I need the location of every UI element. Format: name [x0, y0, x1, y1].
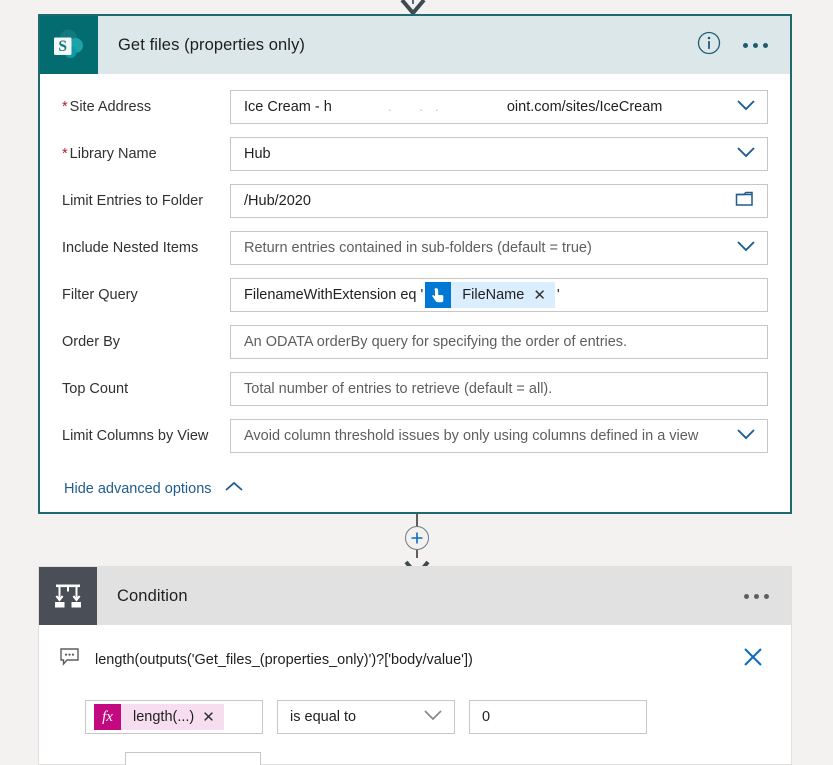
get-files-card-header: S Get files (properties only) — [40, 16, 790, 74]
condition-left-operand-input[interactable]: fx length(...) ✕ — [85, 700, 263, 734]
field-label-order-by: Order By — [62, 333, 121, 350]
token-label: FileName — [462, 287, 525, 303]
condition-comment-text: length(outputs('Get_files_(properties_on… — [95, 651, 473, 668]
info-icon[interactable] — [697, 31, 721, 60]
include-nested-items-input[interactable]: Return entries contained in sub-folders … — [230, 231, 768, 265]
condition-branch-icon — [39, 567, 97, 625]
field-row-order-by: Order By An ODATA orderBy query for spec… — [62, 325, 768, 359]
folder-icon[interactable] — [734, 189, 758, 213]
field-row-limit-columns-by-view: Limit Columns by View Avoid column thres… — [62, 419, 768, 453]
field-label-limit-entries-to-folder: Limit Entries to Folder — [62, 192, 204, 209]
library-name-value: Hub — [244, 146, 271, 162]
close-icon[interactable]: ✕ — [202, 710, 224, 725]
condition-header-actions — [742, 590, 791, 603]
condition-add-row-partial[interactable] — [125, 752, 261, 765]
connector-line-top — [415, 514, 418, 526]
close-icon[interactable]: ✕ — [533, 288, 555, 303]
library-name-input[interactable]: Hub — [230, 137, 768, 171]
condition-expression-row: fx length(...) ✕ is equal to 0 — [39, 686, 791, 734]
expression-token-label: length(...) — [133, 709, 195, 725]
condition-action-card[interactable]: Condition length(outputs('Get_files_(pro… — [38, 566, 792, 765]
filter-query-text-after: ' — [556, 287, 560, 303]
required-indicator: * — [62, 98, 68, 115]
chevron-down-icon — [422, 708, 444, 726]
site-address-value-prefix: Ice Cream - h — [244, 99, 332, 115]
field-label-site-address: * Site Address — [62, 98, 152, 115]
add-step-button[interactable] — [404, 526, 429, 550]
condition-right-operand-input[interactable]: 0 — [469, 700, 647, 734]
hide-advanced-options-link[interactable]: Hide advanced options — [64, 480, 245, 497]
chevron-down-icon — [735, 98, 757, 116]
chevron-down-icon — [735, 145, 757, 163]
top-count-input[interactable]: Total number of entries to retrieve (def… — [230, 372, 768, 406]
field-label-filter-query: Filter Query — [62, 286, 138, 303]
field-row-top-count: Top Count Total number of entries to ret… — [62, 372, 768, 406]
manual-trigger-hand-icon — [425, 282, 452, 308]
expression-token-length[interactable]: fx length(...) ✕ — [94, 704, 224, 730]
get-files-form: * Site Address Ice Cream - h . .. oint.co… — [40, 74, 790, 517]
condition-right-operand-value: 0 — [482, 709, 491, 725]
condition-comment-row: length(outputs('Get_files_(properties_on… — [39, 625, 791, 686]
limit-columns-by-view-placeholder: Avoid column threshold issues by only us… — [244, 428, 699, 444]
hide-advanced-options-label: Hide advanced options — [64, 480, 212, 497]
close-icon[interactable] — [735, 643, 771, 676]
chevron-down-icon — [735, 427, 757, 445]
chevron-up-icon — [223, 480, 245, 497]
connector-line-bottom — [415, 550, 418, 558]
field-label-limit-columns-by-view: Limit Columns by View — [62, 427, 209, 444]
include-nested-items-placeholder: Return entries contained in sub-folders … — [244, 240, 592, 256]
filter-query-text-before: FilenameWithExtension eq ' — [244, 287, 424, 303]
order-by-placeholder: An ODATA orderBy query for specifying th… — [244, 334, 628, 350]
comment-icon — [59, 647, 81, 672]
condition-card-title: Condition — [117, 586, 188, 605]
sharepoint-icon: S — [40, 16, 98, 74]
card-title: Get files (properties only) — [118, 35, 306, 54]
dynamic-content-token-filename[interactable]: FileName ✕ — [425, 282, 555, 308]
field-label-top-count: Top Count — [62, 380, 129, 397]
field-row-library-name: * Library Name Hub — [62, 137, 768, 171]
fx-icon: fx — [94, 704, 121, 730]
card-header-actions — [697, 31, 790, 60]
flow-designer-canvas: S Get files (properties only) * Site Add… — [0, 0, 833, 765]
site-address-input[interactable]: Ice Cream - h . .. oint.com/sites/IceCre… — [230, 90, 768, 124]
site-address-value-suffix: oint.com/sites/IceCream — [506, 99, 663, 115]
field-row-site-address: * Site Address Ice Cream - h . .. oint.co… — [62, 90, 768, 124]
required-indicator: * — [62, 145, 68, 162]
ellipsis-icon[interactable] — [742, 590, 771, 603]
condition-operator-value: is equal to — [290, 709, 357, 725]
condition-operator-dropdown[interactable]: is equal to — [277, 700, 455, 734]
field-row-limit-entries-to-folder: Limit Entries to Folder /Hub/2020 — [62, 184, 768, 218]
field-row-include-nested-items: Include Nested Items Return entries cont… — [62, 231, 768, 265]
field-label-include-nested-items: Include Nested Items — [62, 239, 199, 256]
svg-text:S: S — [58, 38, 67, 55]
site-address-redacted-portion: . .. — [388, 99, 451, 114]
limit-entries-to-folder-input[interactable]: /Hub/2020 — [230, 184, 768, 218]
filter-query-input[interactable]: FilenameWithExtension eq ' FileName ✕ ' — [230, 278, 768, 312]
chevron-down-icon — [735, 239, 757, 257]
order-by-input[interactable]: An ODATA orderBy query for specifying th… — [230, 325, 768, 359]
ellipsis-icon[interactable] — [741, 39, 770, 52]
condition-card-header: Condition — [39, 567, 791, 625]
top-count-placeholder: Total number of entries to retrieve (def… — [244, 381, 553, 397]
limit-entries-to-folder-value: /Hub/2020 — [244, 193, 311, 209]
field-row-filter-query: Filter Query FilenameWithExtension eq ' … — [62, 278, 768, 312]
field-label-library-name: * Library Name — [62, 145, 157, 162]
limit-columns-by-view-input[interactable]: Avoid column threshold issues by only us… — [230, 419, 768, 453]
get-files-action-card[interactable]: S Get files (properties only) * Site Add… — [38, 14, 792, 514]
